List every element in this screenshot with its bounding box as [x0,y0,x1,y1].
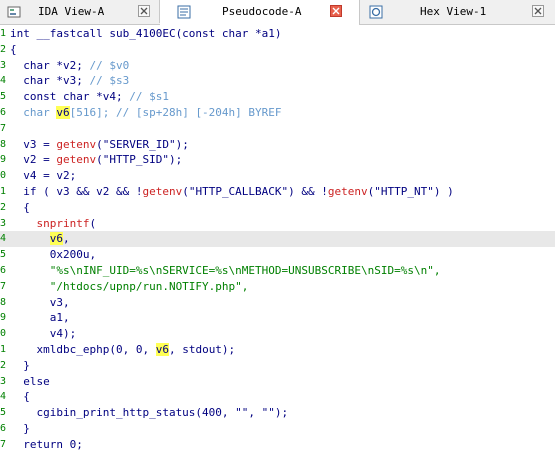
code-line: char v6[516]; // [sp+28h] [-204h] BYREF [10,106,282,119]
ida-view-icon [6,4,22,20]
line-number: 3 [0,217,7,229]
line-number: 7 [0,280,7,292]
code-line: int __fastcall sub_4100EC(const char *a1… [10,27,282,40]
code-line: snprintf( [10,216,97,230]
code-line: { [10,390,30,404]
line-number: 6 [0,423,7,434]
tab-label: Hex View-1 [420,5,487,18]
highlighted-variable: v6 [155,343,169,356]
code-line: v2 = getenv("HTTP_SID"); [10,153,183,167]
code-line: const char *v4; // $s1 [10,90,169,104]
line-number: 9 [0,154,7,166]
tab-label: IDA View-A [38,5,105,18]
code-line: v3, [10,295,70,309]
line-number: 5 [0,91,7,103]
code-line: { [10,200,30,214]
code-line: 0x200u, [10,248,97,262]
code-line: cgibin_print_http_status(400, "", ""); [10,406,289,420]
code-line: char *v2; // $v0 [10,58,130,72]
line-number: 0 [0,328,7,340]
code-line: } [10,358,30,372]
line-number: 4 [0,233,7,245]
line-number: 0 [0,170,7,182]
tab-hex-view-1[interactable]: Hex View-1 [360,0,555,23]
code-line: return 0; [10,437,83,451]
line-number: 3 [0,59,7,71]
line-number: 5 [0,407,7,419]
line-number: 1 [0,186,7,197]
code-line: v4 = v2; [10,169,77,183]
code-line: xmldbc_ephp(0, 0, v6, stdout); [10,343,236,356]
close-icon[interactable] [138,5,150,17]
line-number: 2 [0,359,7,371]
code-line: char *v3; // $s3 [10,74,130,88]
line-number: 5 [0,249,7,261]
line-number: 2 [0,43,7,55]
close-icon[interactable] [532,5,544,17]
close-icon[interactable] [330,5,342,17]
highlighted-variable: v6 [56,106,70,119]
line-number: 6 [0,265,7,276]
tab-label: Pseudocode-A [222,5,302,18]
pseudocode-icon [176,4,192,20]
code-line: "/htdocs/upnp/run.NOTIFY.php", [10,279,249,293]
line-number: 8 [0,138,7,150]
tab-ida-view-a[interactable]: IDA View-A [0,0,160,23]
code-line-current: v6, [0,231,555,248]
code-line: else [10,374,50,388]
code-line: "%s\nINF_UID=%s\nSERVICE=%s\nMETHOD=UNSU… [10,264,441,277]
highlighted-variable: v6 [49,232,63,246]
code-line: a1, [10,311,70,325]
code-line: v4); [10,327,77,341]
line-number: 4 [0,75,7,87]
line-number: 7 [0,122,7,134]
tab-bar: IDA View-A Pseudocode-A Hex View-1 [0,0,555,25]
pseudocode-view[interactable]: int __fastcall sub_4100EC(const char *a1… [0,25,555,451]
line-number: 9 [0,312,7,324]
line-number: 2 [0,201,7,213]
code-line: { [10,42,17,56]
line-number: 7 [0,438,7,450]
line-number: 1 [0,28,7,39]
code-line: v3 = getenv("SERVER_ID"); [10,137,189,151]
line-number: 6 [0,107,7,118]
line-number: 1 [0,344,7,355]
code-line: if ( v3 && v2 && !getenv("HTTP_CALLBACK"… [10,185,454,198]
line-number: 4 [0,391,7,403]
line-number: 8 [0,296,7,308]
code-line: } [10,422,30,435]
tab-pseudocode-a[interactable]: Pseudocode-A [160,0,360,25]
hex-view-icon [368,4,384,20]
line-number-gutter: 1 2 3 4 5 6 7 8 9 0 1 2 3 4 5 6 7 8 9 0 … [0,25,9,450]
line-number: 3 [0,375,7,387]
